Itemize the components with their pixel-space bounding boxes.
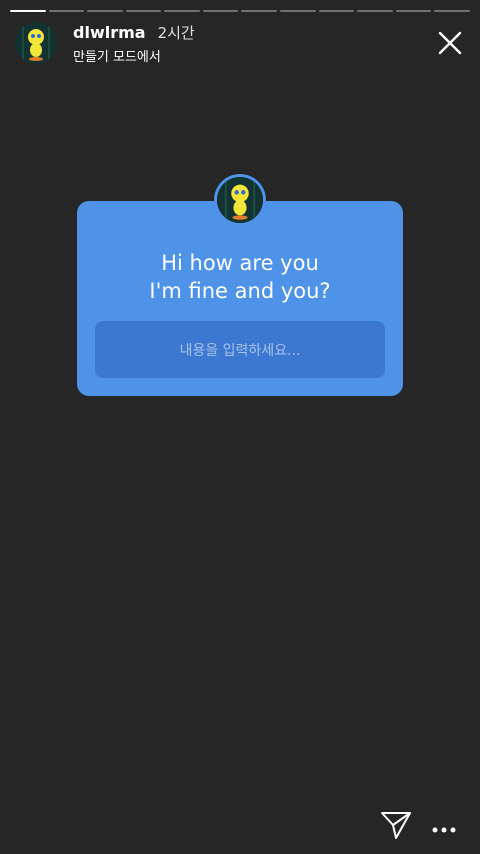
progress-segment (395, 10, 432, 12)
progress-segment (434, 10, 470, 12)
progress-segment (357, 10, 393, 12)
progress-segment (280, 10, 316, 12)
more-options-button[interactable] (432, 820, 456, 833)
progress-segment (125, 10, 162, 12)
question-line-1: Hi how are you (161, 251, 319, 275)
progress-segment (87, 10, 123, 12)
tweety-avatar-icon (217, 177, 263, 223)
answer-input[interactable]: 내용을 입력하세요... (95, 321, 385, 378)
send-button[interactable] (380, 810, 412, 840)
more-dots-icon (432, 827, 456, 833)
question-text: Hi how are you I'm fine and you? (77, 249, 403, 305)
story-progress-bar (10, 10, 470, 12)
progress-segment (10, 10, 46, 12)
username[interactable]: dlwlrma (73, 23, 146, 42)
question-sticker[interactable]: Hi how are you I'm fine and you? 내용을 입력하… (77, 201, 403, 396)
progress-segment (202, 10, 239, 12)
close-button[interactable] (435, 28, 465, 58)
progress-segment (48, 10, 85, 12)
progress-segment (241, 10, 278, 12)
story-subtitle: 만들기 모드에서 (73, 49, 161, 65)
close-icon (438, 31, 462, 55)
tweety-avatar-icon (15, 22, 57, 64)
paper-plane-icon (381, 812, 411, 839)
progress-segment (318, 10, 355, 12)
story-header: dlwlrma 2시간 만들기 모드에서 (15, 20, 465, 66)
avatar[interactable] (15, 22, 57, 64)
question-line-2: I'm fine and you? (149, 279, 331, 303)
timestamp: 2시간 (157, 23, 195, 42)
sticker-avatar (214, 174, 266, 226)
progress-segment (164, 10, 200, 12)
